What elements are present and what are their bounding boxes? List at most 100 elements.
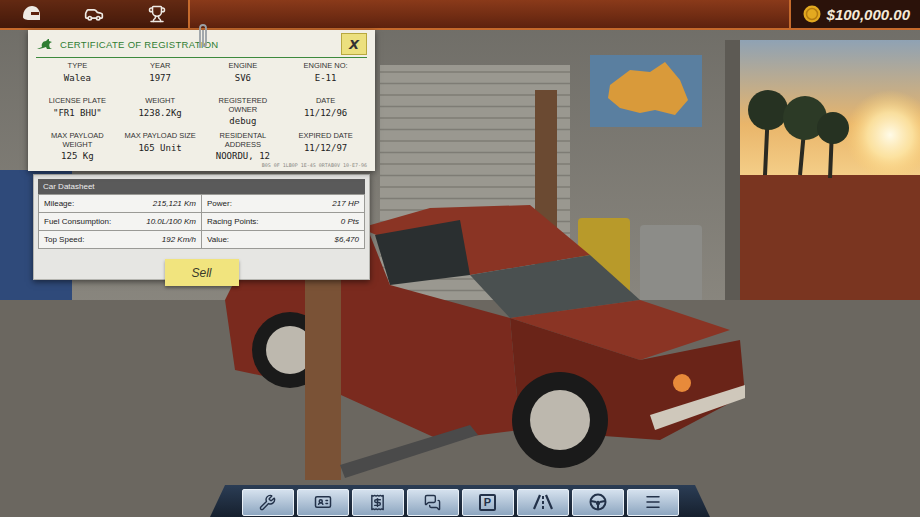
field-label: YEAR [150, 62, 170, 71]
lift-post-front [305, 265, 341, 480]
certificate-field: MAX PAYLOAD WEIGHT 125 Kg [36, 132, 119, 162]
field-value: 165 Unit [138, 143, 181, 153]
car-datasheet: Car Datasheet Mileage: 215,121 Km Power: 217… [33, 174, 370, 280]
field-value: SV6 [235, 73, 251, 83]
lift-arm [340, 425, 478, 478]
cell-label: Fuel Consumption: [44, 217, 111, 226]
main-area: CERTIFICATE OF REGISTRATION X TYPE Walea YEA… [0, 30, 920, 485]
certificate-field: DATE11/12/96 [284, 97, 367, 127]
fine-print: B0S 0F 1LB0P 1E-4S 0RTAB0V 10-E7-96 [36, 162, 367, 168]
certificate-field: EXPIRED DATE 11/12/97 [284, 132, 367, 162]
garage-button[interactable] [74, 1, 114, 27]
drive-button[interactable] [572, 489, 624, 516]
field-label: EXPIRED DATE [298, 132, 352, 141]
field-label: MAX PAYLOAD WEIGHT [38, 132, 117, 149]
datasheet-cell: Racing Points: 0 Pts [202, 213, 364, 230]
field-label: MAX PAYLOAD SIZE [124, 132, 195, 141]
field-value: NOORDU, 12 [216, 151, 270, 161]
certificate-field: ENGINE NO: E-11 [284, 62, 367, 92]
steering-wheel-icon [589, 493, 607, 511]
parking-icon: P [479, 494, 496, 511]
certificate-field: ENGINE SV6 [202, 62, 285, 92]
menu-icon [644, 493, 662, 511]
field-value: Walea [64, 73, 91, 83]
chat-icon [424, 494, 441, 511]
top-bar: $100,000.00 [0, 0, 920, 30]
cell-label: Top Speed: [44, 235, 84, 244]
registration-button[interactable] [297, 489, 349, 516]
coin-icon [803, 5, 821, 23]
field-label: ENGINE NO: [304, 62, 348, 71]
datasheet-cell: Mileage: 215,121 Km [39, 195, 201, 212]
certificate-fields: TYPE Walea YEAR 1977 ENGINE SV6 ENGINE NO: E-11… [36, 58, 367, 162]
wrench-icon [259, 494, 276, 511]
field-label: ENGINE [228, 62, 257, 71]
road-button[interactable] [517, 489, 569, 516]
datasheet-cell: Value:$6,470 [202, 231, 364, 248]
field-value: E-11 [315, 73, 337, 83]
datasheet-cell: Power: 217 HP [202, 195, 364, 212]
field-value: "FR1 BHU" [53, 108, 102, 118]
field-label: WEIGHT [145, 97, 175, 106]
field-label: RESIDENTAL ADDRESS [204, 132, 283, 149]
field-value: 125 Kg [61, 151, 94, 161]
map-poster [590, 55, 702, 127]
profile-button[interactable] [11, 1, 51, 27]
paperclip [196, 22, 210, 56]
field-value: 11/12/97 [304, 143, 347, 153]
cell-value: 0 Pts [341, 217, 359, 226]
datasheet-cell: Top Speed: 192 Km/h [39, 231, 201, 248]
datasheet-cell: Fuel Consumption: 10.0L/100 Km [39, 213, 201, 230]
certificate-header: CERTIFICATE OF REGISTRATION X [36, 33, 367, 58]
field-label: LICENSE PLATE [49, 97, 106, 106]
datasheet-title: Car Datasheet [38, 179, 365, 194]
game-screen: $100,000.00 CERTIFICATE OF REGISTRATION X T… [0, 0, 920, 517]
close-button[interactable]: X [341, 33, 367, 55]
field-value: 1238.2Kg [138, 108, 181, 118]
menu-button[interactable] [627, 489, 679, 516]
certificate-field: WEIGHT 1238.2Kg [119, 97, 202, 127]
trophies-button[interactable] [137, 1, 177, 27]
garage-door-frame [725, 40, 740, 340]
certificate-field: LICENSE PLATE "FR1 BHU" [36, 97, 119, 127]
field-value: 1977 [149, 73, 171, 83]
certificate-field: RESIDENTAL ADDRESS NOORDU, 12 [202, 132, 285, 162]
receipts-button[interactable] [352, 489, 404, 516]
certificate-field: MAX PAYLOAD SIZE 165 Unit [119, 132, 202, 162]
tools-button[interactable] [242, 489, 294, 516]
receipt-icon [369, 494, 386, 511]
money-display: $100,000.00 [789, 0, 920, 28]
paperclip-icon [196, 22, 210, 52]
cell-label: Racing Points: [207, 217, 259, 226]
cell-label: Value: [207, 235, 229, 244]
card-icon [314, 493, 332, 511]
certificate-title: CERTIFICATE OF REGISTRATION [60, 39, 219, 50]
bottom-toolbar: P [210, 485, 710, 517]
certificate-field: REGISTERED OWNER debug [202, 97, 285, 127]
cell-value: 217 HP [332, 199, 359, 208]
field-value: 11/12/96 [304, 108, 347, 118]
parking-button[interactable]: P [462, 489, 514, 516]
registration-certificate: CERTIFICATE OF REGISTRATION X TYPE Walea YEA… [28, 30, 375, 171]
cell-value: 215,121 Km [153, 199, 196, 208]
car-icon [84, 4, 104, 24]
cell-value: 10.0L/100 Km [146, 217, 196, 226]
datasheet-table: Mileage: 215,121 Km Power: 217 HP Fuel Consu… [38, 194, 365, 249]
outdoor-view [740, 40, 920, 335]
field-label: TYPE [68, 62, 88, 71]
sell-button[interactable]: Sell [165, 259, 239, 286]
field-value: debug [229, 116, 256, 126]
money-amount: $100,000.00 [827, 6, 910, 23]
cell-label: Power: [207, 199, 232, 208]
ui-layer: $100,000.00 CERTIFICATE OF REGISTRATION X T… [0, 0, 920, 517]
cell-value: 192 Km/h [162, 235, 196, 244]
contacts-button[interactable] [407, 489, 459, 516]
certificate-field: TYPE Walea [36, 62, 119, 92]
helmet-icon [21, 5, 41, 23]
trophy-icon [148, 5, 166, 23]
top-nav [0, 0, 190, 28]
cell-label: Mileage: [44, 199, 74, 208]
certificate-field: YEAR 1977 [119, 62, 202, 92]
field-label: REGISTERED OWNER [204, 97, 283, 114]
road-icon [533, 494, 553, 510]
